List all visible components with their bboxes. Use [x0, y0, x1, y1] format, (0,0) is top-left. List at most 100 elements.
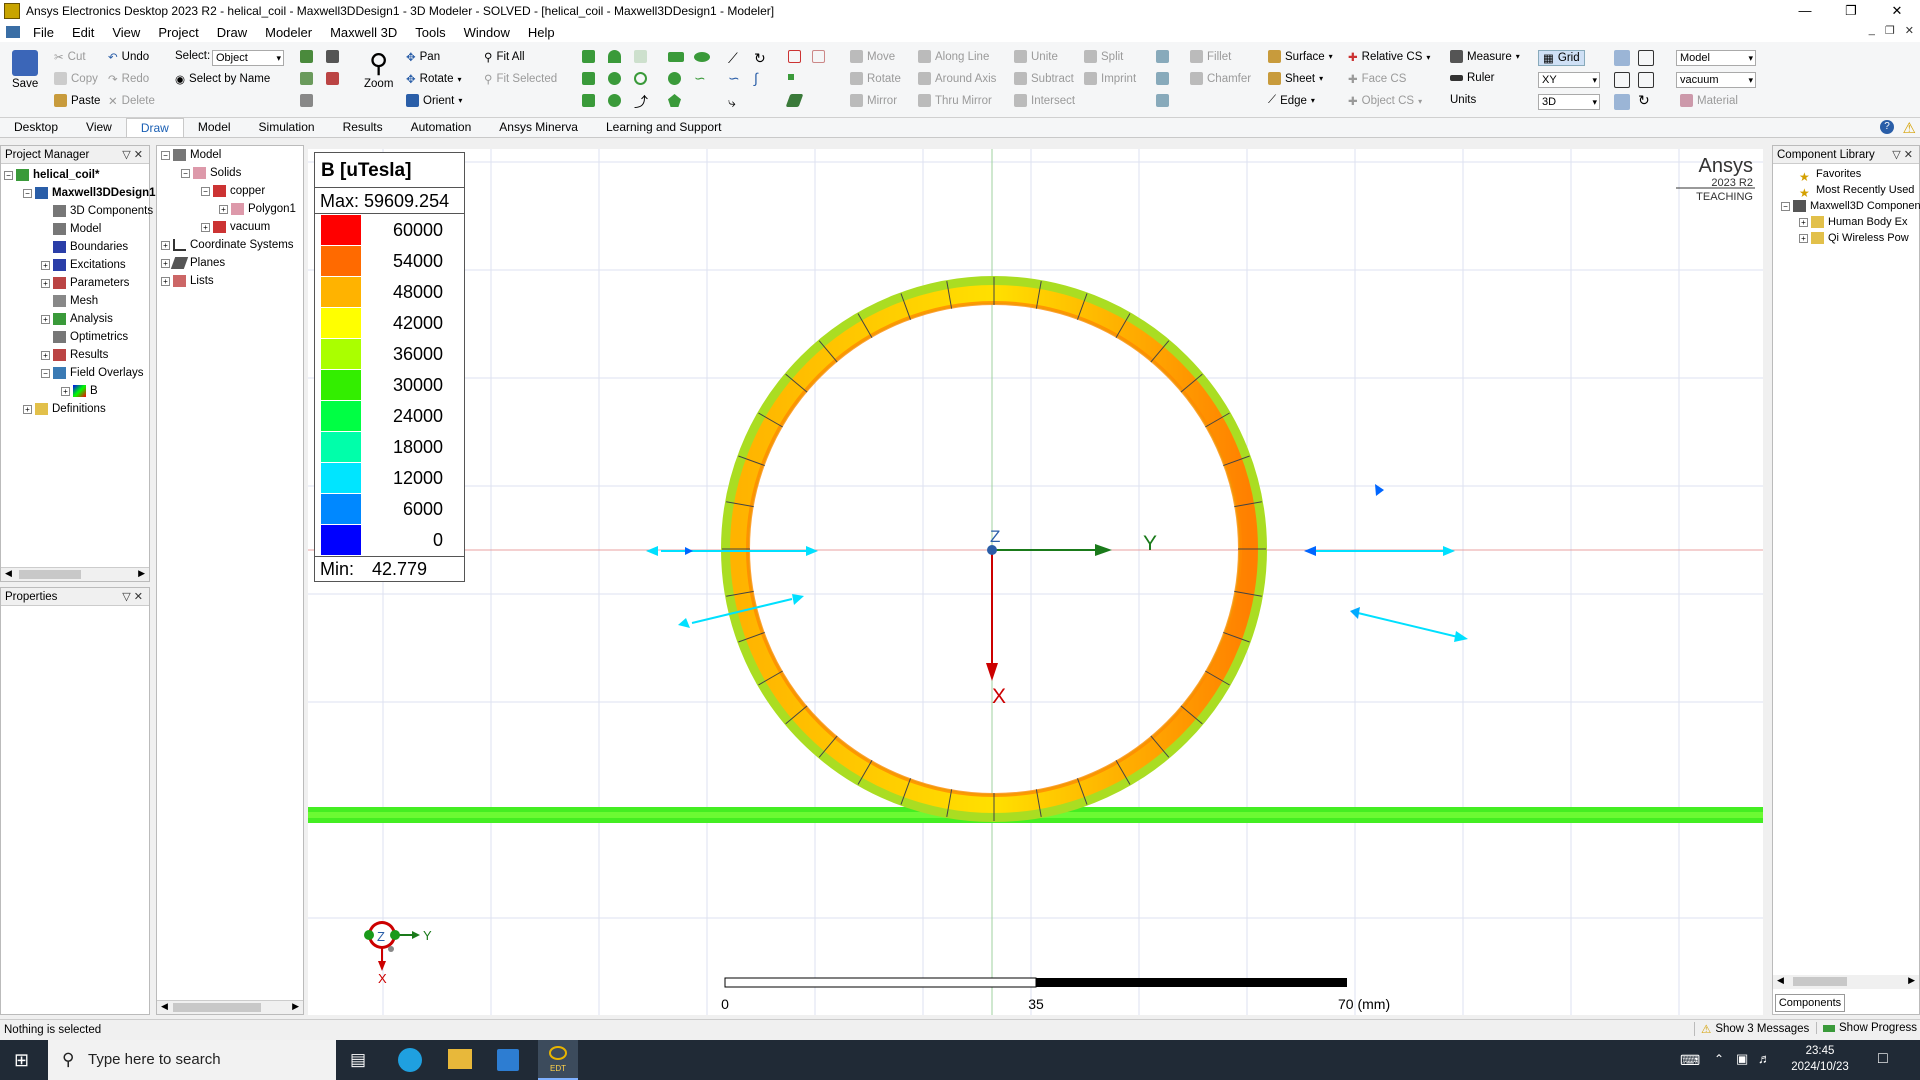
network-icon[interactable]: ▣ — [1736, 1051, 1748, 1067]
intersect-button[interactable]: Intersect — [1014, 94, 1075, 107]
sel-toolbar-icon-3[interactable] — [300, 72, 313, 85]
pan-button[interactable]: ✥ Pan — [406, 50, 440, 64]
undo-button[interactable]: ↶ Undo — [108, 50, 149, 64]
mt-model[interactable]: − Model — [161, 146, 221, 164]
components-tab[interactable]: Components — [1775, 994, 1845, 1012]
tab-view[interactable]: View — [72, 118, 126, 137]
relative-cs-button[interactable]: ✚ Relative CS ▾ — [1348, 50, 1430, 64]
tab-results[interactable]: Results — [329, 118, 397, 137]
snap-quadrant-icon[interactable]: ↻ — [1638, 92, 1650, 109]
tree-mesh[interactable]: Mesh — [53, 292, 98, 310]
show-messages-button[interactable]: ⚠ Show 3 Messages — [1694, 1022, 1809, 1036]
tab-draw[interactable]: Draw — [125, 118, 184, 137]
menu-edit[interactable]: Edit — [63, 25, 103, 40]
subtract-button[interactable]: Subtract — [1014, 72, 1074, 85]
tab-model[interactable]: Model — [184, 118, 245, 137]
fillet-button[interactable]: Fillet — [1190, 50, 1231, 63]
tree-field-overlays[interactable]: − Field Overlays — [41, 364, 144, 382]
tree-b-overlay[interactable]: + B — [61, 382, 98, 400]
ellipsoid-icon[interactable] — [608, 94, 621, 107]
box-icon[interactable] — [582, 50, 595, 63]
copy-button[interactable]: Copy — [54, 72, 98, 85]
edt-taskbar-app[interactable]: EDT — [538, 1040, 578, 1080]
paste-button[interactable]: Paste — [54, 94, 100, 107]
cl-maxwell3d[interactable]: − Maxwell3D Components — [1781, 198, 1920, 214]
tab-ansys-minerva[interactable]: Ansys Minerva — [485, 118, 592, 137]
component-hscrollbar[interactable]: ◀ ▶ — [1773, 975, 1919, 989]
bondwire-icon[interactable]: ⤴ — [634, 92, 648, 112]
snap-face-icon[interactable] — [1638, 72, 1654, 88]
rotate-object-button[interactable]: Rotate — [850, 72, 901, 85]
menu-file[interactable]: File — [24, 25, 63, 40]
mt-coordinate-systems[interactable]: + Coordinate Systems — [161, 236, 294, 254]
regular-polyhedron-icon[interactable] — [582, 94, 595, 107]
snap-center-icon[interactable] — [1614, 94, 1630, 110]
plane-icon[interactable] — [785, 94, 804, 107]
orient-button[interactable]: Orient ▾ — [406, 94, 462, 107]
tree-definitions[interactable]: + Definitions — [23, 400, 106, 418]
windows-start-icon[interactable]: ⊞ — [14, 1050, 29, 1071]
menu-view[interactable]: View — [103, 25, 149, 40]
circle-icon[interactable] — [668, 72, 681, 85]
tray-chevron-icon[interactable]: ⌃ — [1714, 1052, 1724, 1066]
zoom-button[interactable]: ⚲ Zoom — [364, 50, 393, 90]
warning-icon[interactable]: ⚠ — [1903, 119, 1916, 137]
properties-pin-close[interactable]: ▽ ✕ — [122, 588, 143, 606]
spline-icon[interactable]: ∽ — [728, 70, 740, 87]
viewport-canvas[interactable]: Y X Z Ansys 2023 R2 TEACHING Z Y X 0 35 … — [308, 149, 1763, 1015]
helix-icon[interactable] — [634, 50, 647, 63]
tab-learning-support[interactable]: Learning and Support — [592, 118, 735, 137]
mt-planes[interactable]: + Planes — [161, 254, 225, 272]
cone-icon[interactable] — [608, 50, 621, 63]
taskbar-search[interactable]: ⚲ Type here to search — [48, 1040, 336, 1080]
sel-toolbar-icon-1[interactable] — [300, 50, 313, 63]
point-icon[interactable] — [788, 74, 794, 80]
torus-icon[interactable] — [634, 72, 647, 85]
mt-polygon1[interactable]: + Polygon1 — [219, 200, 296, 218]
cut-button[interactable]: ✂ Cut — [54, 50, 86, 64]
tree-3d-components[interactable]: 3D Components — [53, 202, 153, 220]
mdi-close-button[interactable]: ✕ — [1905, 24, 1914, 37]
object-cs-button[interactable]: ✚ Object CS ▾ — [1348, 94, 1422, 108]
view-triad[interactable] — [364, 921, 420, 971]
cylinder-icon[interactable] — [582, 72, 595, 85]
tree-excitations[interactable]: + Excitations — [41, 256, 126, 274]
snap-vertex-icon[interactable] — [1638, 50, 1654, 66]
tree-project[interactable]: − helical_coil* — [4, 166, 99, 184]
3d-component-icon[interactable] — [788, 50, 801, 63]
measure-button[interactable]: Measure ▾ — [1450, 50, 1520, 63]
arc-icon[interactable]: ↻ — [754, 50, 766, 67]
around-axis-button[interactable]: Around Axis — [918, 72, 996, 85]
ellipse-icon[interactable] — [694, 52, 710, 62]
close-button[interactable]: ✕ — [1874, 0, 1920, 22]
chamfer-button[interactable]: Chamfer — [1190, 72, 1251, 85]
task-view-icon[interactable]: ▤ — [350, 1050, 366, 1070]
tab-desktop[interactable]: Desktop — [0, 118, 72, 137]
menu-window[interactable]: Window — [455, 25, 519, 40]
model-tree-hscrollbar[interactable]: ◀ ▶ — [157, 1000, 303, 1014]
maximize-button[interactable]: ❐ — [1828, 0, 1874, 22]
grid-button[interactable]: ▦ Grid — [1538, 50, 1585, 66]
sel-toolbar-icon-5[interactable] — [300, 94, 313, 107]
field-legend[interactable]: B [uTesla] Max: 59609.254 60000 54000 4800… — [314, 152, 465, 582]
menu-help[interactable]: Help — [519, 25, 564, 40]
grid-plane-dropdown[interactable]: XY — [1538, 72, 1600, 88]
mdi-minimize-button[interactable]: _ — [1869, 24, 1875, 37]
cl-recent[interactable]: ★ Most Recently Used — [1799, 182, 1914, 200]
menu-project[interactable]: Project — [149, 25, 207, 40]
rotate-view-button[interactable]: ✥ Rotate ▾ — [406, 72, 462, 86]
equation-surface-icon[interactable]: ∽ — [694, 70, 706, 87]
tree-parameters[interactable]: + Parameters — [41, 274, 129, 292]
minimize-button[interactable]: — — [1782, 0, 1828, 22]
tab-simulation[interactable]: Simulation — [245, 118, 329, 137]
file-explorer-icon[interactable] — [448, 1049, 472, 1069]
menu-draw[interactable]: Draw — [208, 25, 256, 40]
show-progress-button[interactable]: Show Progress — [1816, 1022, 1917, 1034]
cl-qi-wireless[interactable]: + Qi Wireless Pow — [1799, 230, 1909, 246]
modeler-viewport[interactable]: Y X Z Ansys 2023 R2 TEACHING Z Y X 0 35 … — [308, 149, 1763, 1015]
unite-button[interactable]: Unite — [1014, 50, 1058, 63]
sweep-icon-3[interactable] — [1156, 94, 1169, 107]
mdi-restore-button[interactable]: ❐ — [1885, 24, 1895, 37]
along-line-button[interactable]: Along Line — [918, 50, 989, 63]
project-hscrollbar[interactable]: ◀ ▶ — [1, 567, 149, 581]
